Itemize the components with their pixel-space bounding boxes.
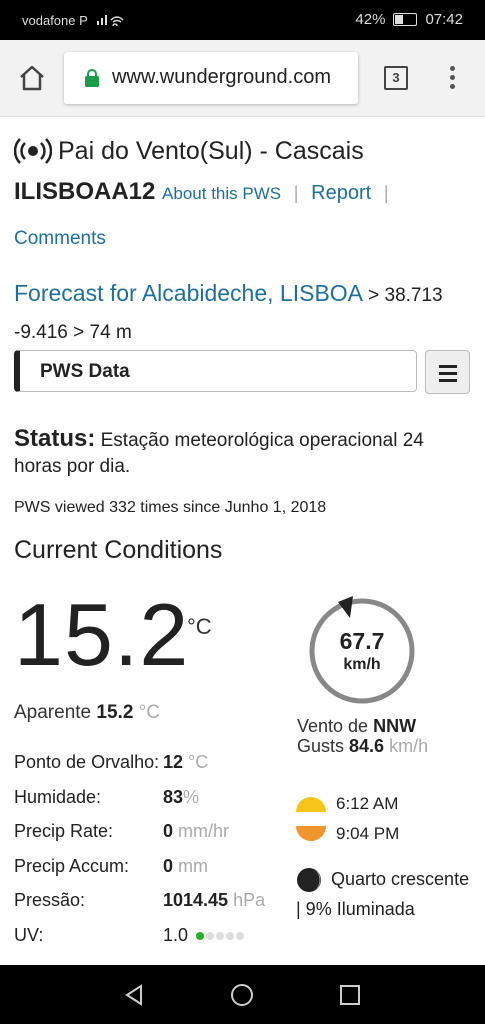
wind-unit: km/h	[343, 656, 381, 673]
home-icon[interactable]	[18, 64, 46, 92]
row-value-number: 0	[163, 821, 174, 841]
carrier-label: vodafone P	[22, 13, 88, 28]
sun-times: 6:12 AM 9:04 PM	[296, 789, 399, 849]
dewpoint-row: Ponto de Orvalho: 12 °C	[14, 752, 294, 787]
station-id: ILISBOAA12	[14, 178, 156, 205]
row-label: Pressão:	[14, 890, 86, 910]
uv-row: UV: 1.0	[14, 925, 294, 960]
apparent-temperature: Aparente 15.2 °C	[14, 702, 160, 724]
apparent-unit: °C	[138, 702, 160, 723]
comments-link[interactable]: Comments	[14, 228, 106, 250]
wind-dial: 67.7 km/h	[307, 596, 417, 706]
apparent-value: 15.2	[96, 702, 134, 723]
row-value-number: 1014.45	[163, 890, 229, 910]
status-bar: vodafone P 42% 07:42	[0, 0, 485, 40]
row-value-number: 12	[163, 752, 184, 772]
gusts-label: Gusts	[297, 736, 345, 756]
sunrise-icon	[296, 797, 326, 812]
forecast-line: Forecast for Alcabideche, LISBOA > 38.71…	[14, 276, 469, 350]
url-bar[interactable]: www.wunderground.com	[64, 52, 358, 104]
row-label: Precip Accum:	[14, 855, 130, 876]
gusts-value: 84.6	[349, 736, 385, 756]
clock: 07:42	[425, 11, 463, 28]
tab-count-button[interactable]: 3	[384, 66, 408, 90]
sunset-row: 9:04 PM	[296, 819, 399, 849]
current-conditions-heading: Current Conditions	[14, 536, 223, 564]
signal-icon	[95, 12, 131, 29]
row-label: Ponto de Orvalho:	[14, 752, 160, 772]
row-value: 1.0	[163, 924, 245, 946]
apparent-label: Aparente	[14, 702, 92, 723]
row-value: 1014.45 hPa	[163, 890, 265, 911]
row-unit: hPa	[233, 890, 266, 910]
row-value: 12 °C	[163, 752, 208, 773]
uv-scale-indicator	[196, 931, 245, 940]
station-id-line: ILISBOAA12 About this PWS | Report |	[14, 178, 395, 206]
station-name: Pai do Vento(Sul) - Cascais	[58, 136, 364, 165]
overflow-menu-icon[interactable]	[447, 66, 457, 92]
separator: |	[383, 183, 389, 203]
row-unit: °C	[188, 752, 209, 772]
row-label: Precip Rate:	[14, 821, 114, 841]
row-value-number: 1.0	[163, 924, 189, 945]
humidity-row: Humidade: 83%	[14, 787, 294, 822]
row-value-number: 0	[163, 855, 174, 876]
row-unit: mm	[178, 855, 209, 876]
pws-data-select[interactable]: PWS Data	[14, 350, 417, 392]
pws-data-row: PWS Data	[14, 350, 470, 396]
sunrise-row: 6:12 AM	[296, 789, 399, 819]
wind-speed: 67.7	[339, 628, 385, 654]
conditions-table: Ponto de Orvalho: 12 °C Humidade: 83% Prec…	[14, 752, 294, 959]
precip-rate-row: Precip Rate: 0 mm/hr	[14, 821, 294, 856]
browser-toolbar: www.wunderground.com 3	[0, 40, 485, 117]
row-value-number: 83	[163, 786, 184, 807]
separator: |	[293, 183, 299, 203]
row-label: Humidade:	[14, 786, 102, 807]
wind-info: Vento de NNW Gusts 84.6 km/h	[297, 716, 428, 756]
row-value: 83%	[163, 787, 199, 808]
row-value: 0 mm	[163, 856, 208, 877]
wind-direction-label: Vento de	[297, 716, 369, 736]
lock-icon	[85, 69, 99, 87]
view-count: PWS viewed 332 times since Junho 1, 2018	[14, 499, 327, 516]
sunrise-time: 6:12 AM	[336, 794, 399, 813]
row-unit: %	[183, 786, 200, 807]
moon-phase: Quarto crescente | 9% Iluminada	[296, 864, 476, 924]
about-pws-link[interactable]: About this PWS	[162, 184, 281, 203]
hamburger-menu-icon[interactable]	[425, 350, 470, 394]
gusts-unit: km/h	[389, 736, 429, 756]
temperature-unit: °C	[187, 614, 212, 639]
status-label: Status:	[14, 425, 96, 452]
row-unit: mm/hr	[178, 821, 230, 841]
battery-icon	[393, 13, 418, 26]
row-value: 0 mm/hr	[163, 821, 229, 842]
pressure-row: Pressão: 1014.45 hPa	[14, 890, 294, 925]
sunset-icon	[296, 826, 326, 841]
battery-percent: 42%	[355, 11, 386, 28]
sunset-time: 9:04 PM	[336, 824, 400, 843]
moon-icon	[297, 868, 321, 893]
back-icon[interactable]	[122, 983, 146, 1007]
row-label: UV:	[14, 924, 44, 945]
home-circle-icon[interactable]	[230, 983, 254, 1007]
station-title: Pai do Vento(Sul) - Cascais	[14, 136, 364, 166]
url-text: www.wunderground.com	[112, 66, 331, 88]
precip-accum-row: Precip Accum: 0 mm	[14, 856, 294, 891]
report-link[interactable]: Report	[311, 182, 371, 204]
android-nav-bar	[0, 965, 485, 1024]
wind-direction: NNW	[373, 716, 417, 736]
status-text: Status: Estação meteorológica operaciona…	[14, 426, 464, 480]
recents-icon[interactable]	[339, 984, 361, 1006]
temperature-value: 15.2	[14, 585, 190, 684]
broadcast-icon	[14, 138, 52, 164]
forecast-link[interactable]: Forecast for Alcabideche, LISBOA	[14, 280, 362, 306]
